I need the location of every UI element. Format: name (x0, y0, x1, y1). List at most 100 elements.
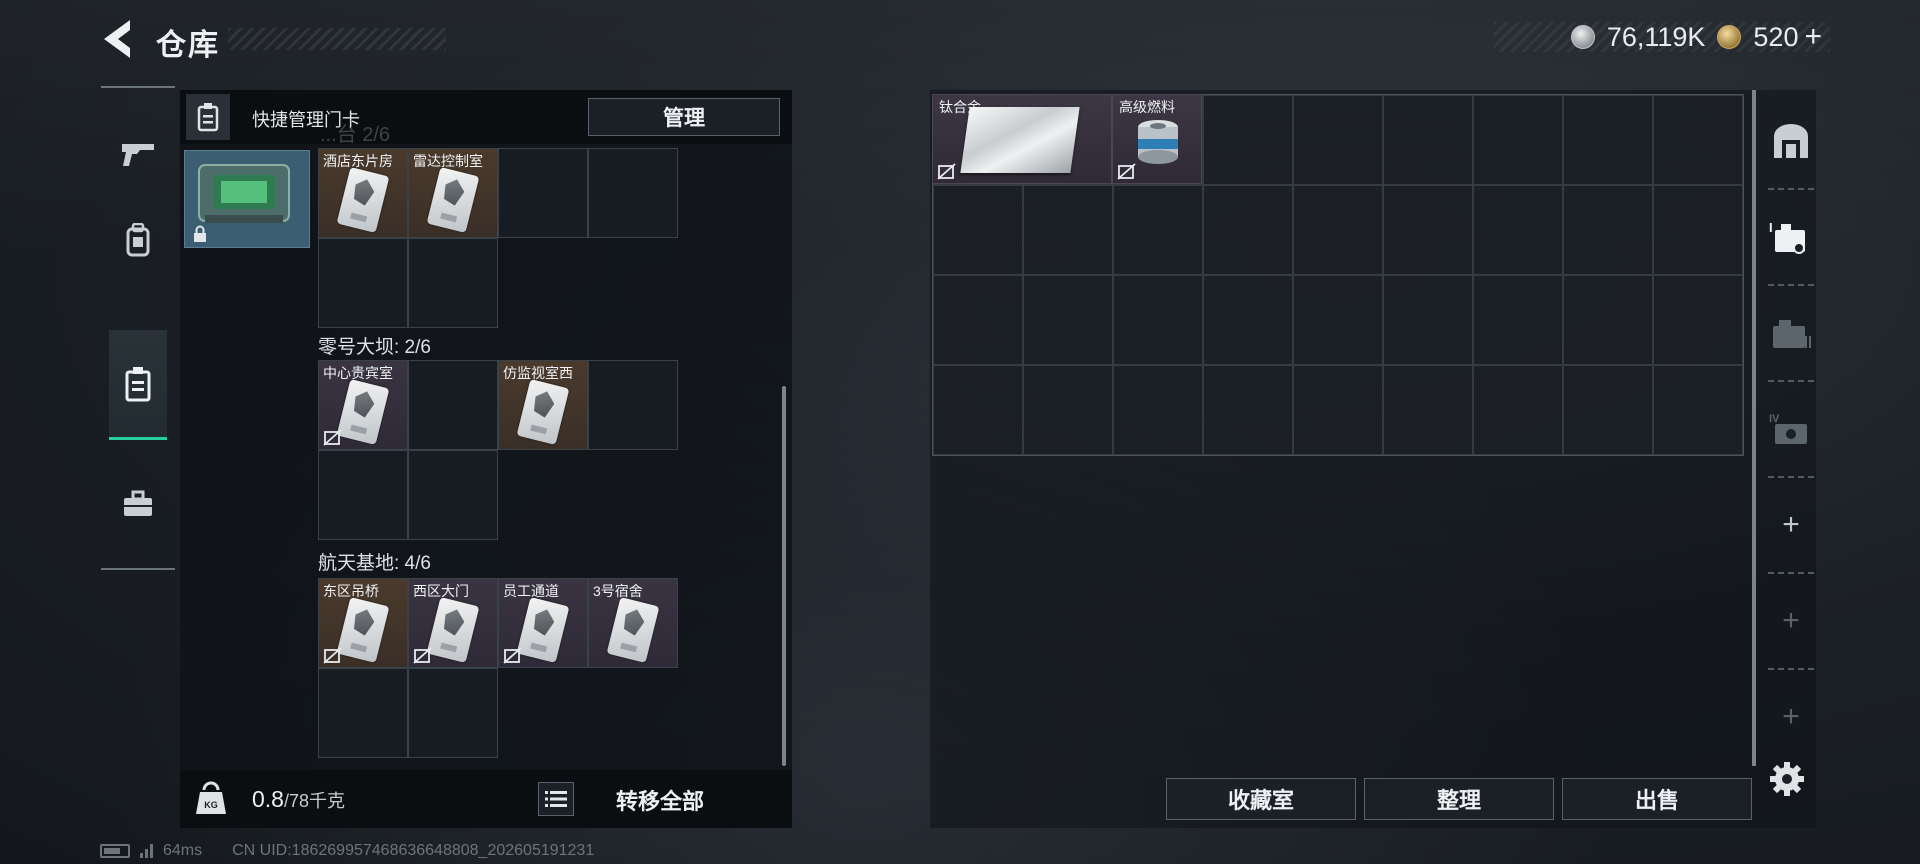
collection-room-button[interactable]: 收藏室 (1166, 778, 1356, 820)
keycard-slot[interactable]: 仿监视室西 (498, 360, 588, 450)
add-currency-button[interactable]: + (1804, 20, 1822, 54)
gear-icon (1770, 762, 1804, 796)
empty-keycard-slot[interactable] (588, 148, 678, 238)
sell-button[interactable]: 出售 (1562, 778, 1752, 820)
keycard-slot[interactable]: 东区吊桥 (318, 578, 408, 668)
carry-weight-value: 0.8 (252, 786, 284, 812)
storage-slot[interactable] (1113, 275, 1203, 365)
storage-slot[interactable] (1563, 365, 1653, 455)
storage-slot[interactable] (1203, 275, 1293, 365)
back-button[interactable] (100, 18, 134, 60)
empty-keycard-slot[interactable] (318, 450, 408, 540)
empty-keycard-slot[interactable] (408, 360, 498, 450)
manage-button[interactable]: 管理 (588, 98, 780, 136)
storage-4-icon: IV (1769, 413, 1807, 444)
empty-keycard-slot[interactable] (498, 148, 588, 238)
storage-slot[interactable] (1293, 185, 1383, 275)
empty-keycard-slot[interactable] (408, 450, 498, 540)
storage-slot[interactable] (933, 275, 1023, 365)
keycard-icon (426, 597, 480, 663)
storage-slot[interactable] (1113, 365, 1203, 455)
empty-keycard-slot[interactable] (318, 668, 408, 758)
keycard-name: 东区吊桥 (323, 583, 379, 599)
storage-slot[interactable] (1563, 275, 1653, 365)
storage-slot[interactable] (1023, 185, 1113, 275)
storage-slot[interactable] (1203, 95, 1293, 185)
storage-slot[interactable] (1383, 185, 1473, 275)
storage-slot[interactable] (1563, 95, 1653, 185)
keycard-name: 雷达控制室 (413, 153, 483, 169)
storage-slot[interactable] (1473, 185, 1563, 275)
add-storage-button[interactable]: + (1762, 478, 1820, 572)
list-view-button[interactable] (538, 782, 574, 816)
plus-icon: + (1782, 604, 1800, 637)
storage-scrollbar[interactable] (1752, 90, 1756, 766)
storage-slot[interactable] (1113, 185, 1203, 275)
silver-coin-icon (1570, 25, 1595, 49)
nav-item-toolbox[interactable] (109, 474, 167, 534)
backpack-icon (126, 223, 150, 257)
keycard-slot[interactable]: 中心贵宾室 (318, 360, 408, 450)
storage-slot[interactable] (1473, 365, 1563, 455)
keycard-slot[interactable]: 西区大门 (408, 578, 498, 668)
keycard-slot[interactable]: 员工通道 (498, 578, 588, 668)
empty-keycard-slot[interactable] (408, 668, 498, 758)
weight-icon: KG (196, 781, 226, 814)
storage-slot[interactable] (1383, 365, 1473, 455)
keycard-holder-icon (186, 94, 230, 140)
storage-slot[interactable] (1023, 365, 1113, 455)
keycard-name: 3号宿舍 (593, 583, 643, 599)
storage-slot[interactable] (1473, 275, 1563, 365)
keycard-slot[interactable]: 酒店东片房 (318, 148, 408, 238)
storage-slot[interactable] (1293, 95, 1383, 185)
storage-slot[interactable] (1653, 365, 1743, 455)
empty-keycard-slot[interactable] (588, 360, 678, 450)
organize-button[interactable]: 整理 (1364, 778, 1554, 820)
transfer-all-button[interactable]: 转移全部 (616, 784, 704, 816)
keycard-slot[interactable]: 3号宿舍 (588, 578, 678, 668)
storage-slot[interactable] (1653, 95, 1743, 185)
keycard-icon (336, 597, 390, 663)
tab-safe-box[interactable] (1762, 94, 1820, 188)
storage-slot[interactable] (1383, 275, 1473, 365)
tab-storage-1[interactable]: I (1762, 190, 1820, 284)
storage-slot[interactable] (1293, 275, 1383, 365)
storage-item-titanium[interactable]: 钛合金 (932, 94, 1112, 184)
empty-keycard-slot[interactable] (408, 238, 498, 328)
svg-text:IV: IV (1769, 413, 1780, 425)
storage-slot[interactable] (1653, 185, 1743, 275)
add-storage-button-locked[interactable]: + (1762, 670, 1820, 764)
keycard-slot[interactable]: 雷达控制室 (408, 148, 498, 238)
storage-slot[interactable] (1293, 365, 1383, 455)
settings-button[interactable] (1768, 760, 1806, 798)
add-storage-button-locked[interactable]: + (1762, 574, 1820, 668)
tab-storage-4[interactable]: IV (1762, 382, 1820, 476)
tab-storage-2[interactable] (1762, 286, 1820, 380)
empty-keycard-slot[interactable] (318, 238, 408, 328)
storage-slot[interactable] (1203, 365, 1293, 455)
keycard-holder-slot[interactable] (184, 150, 310, 248)
toolbox-icon (124, 490, 152, 516)
storage-slot[interactable] (1023, 275, 1113, 365)
nav-item-keycards[interactable] (109, 330, 167, 440)
nav-item-backpack[interactable] (109, 210, 167, 270)
gold-currency-value: 520 (1753, 21, 1799, 52)
storage-slot[interactable] (1383, 95, 1473, 185)
storage-1-icon: I (1769, 220, 1805, 254)
nav-divider (101, 568, 175, 570)
keycard-icon (516, 379, 570, 445)
storage-slot[interactable] (1203, 185, 1293, 275)
keycard-panel-scrollbar[interactable] (782, 386, 786, 766)
storage-slot[interactable] (1653, 275, 1743, 365)
storage-slot[interactable] (933, 365, 1023, 455)
keycard-icon (336, 167, 390, 233)
battery-icon (100, 844, 130, 858)
carry-weight-capacity: /78千克 (283, 791, 346, 811)
storage-slot[interactable] (933, 185, 1023, 275)
plus-icon: + (1782, 508, 1800, 541)
nav-item-weapons[interactable] (109, 124, 167, 184)
nav-divider (101, 86, 175, 88)
storage-slot[interactable] (1473, 95, 1563, 185)
storage-item-fuel[interactable]: 高级燃料 (1112, 94, 1202, 184)
storage-slot[interactable] (1563, 185, 1653, 275)
